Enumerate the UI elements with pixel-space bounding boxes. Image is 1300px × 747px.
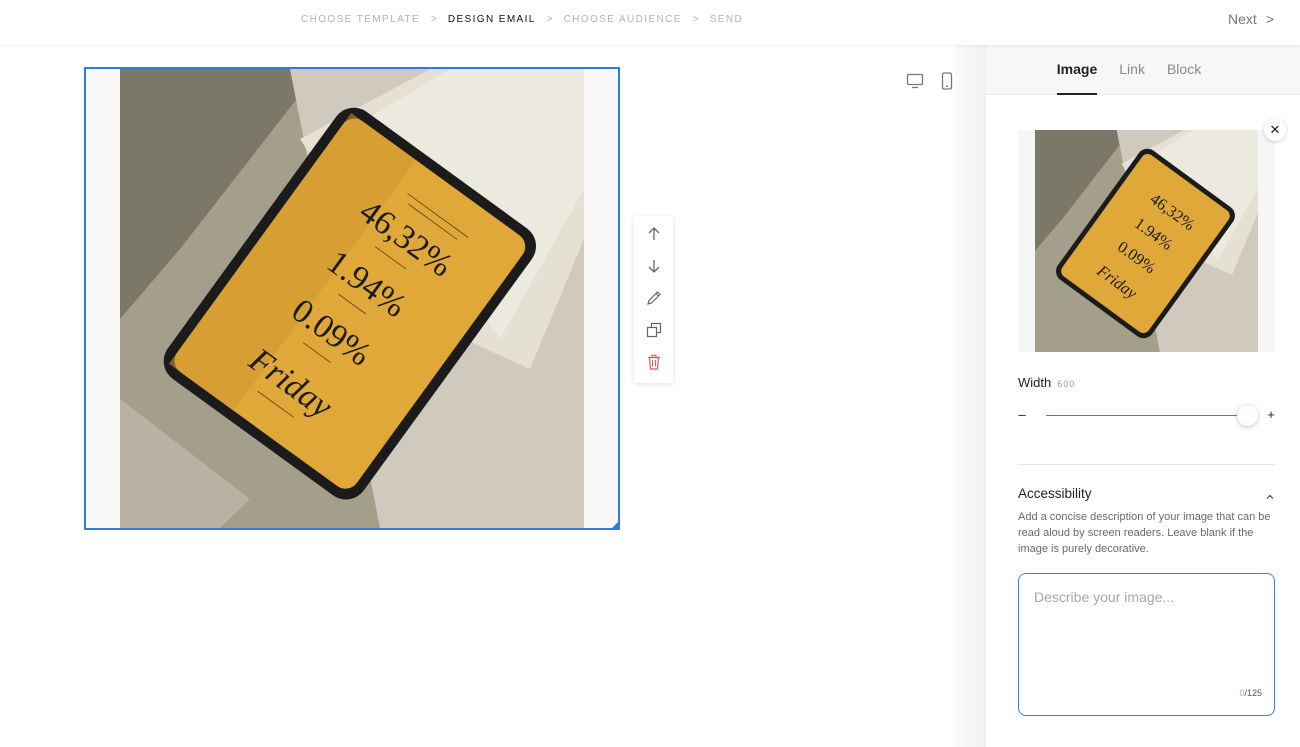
device-toggle bbox=[906, 72, 956, 90]
trash-icon[interactable] bbox=[642, 350, 666, 374]
image-settings-panel: Image Link Block 46,32% 1.94% 0.09% Frid… bbox=[985, 45, 1300, 747]
width-slider-track[interactable] bbox=[1046, 405, 1258, 426]
next-button[interactable]: Next > bbox=[1228, 11, 1274, 27]
step-separator: > bbox=[430, 14, 437, 25]
accessibility-section-header[interactable]: Accessibility bbox=[1018, 486, 1275, 501]
character-count: 0/125 bbox=[1239, 688, 1262, 698]
alt-text-field: 0/125 bbox=[1018, 573, 1275, 716]
chevron-up-icon[interactable] bbox=[1265, 489, 1275, 499]
step-separator: > bbox=[546, 14, 553, 25]
character-count-max: /125 bbox=[1244, 688, 1262, 698]
width-slider-thumb[interactable] bbox=[1236, 405, 1258, 426]
step-design-email[interactable]: DESIGN EMAIL bbox=[448, 14, 536, 25]
alt-text-input[interactable] bbox=[1034, 589, 1259, 689]
block-toolbar bbox=[634, 216, 673, 383]
accessibility-description: Add a concise description of your image … bbox=[1018, 511, 1271, 555]
tab-block[interactable]: Block bbox=[1167, 45, 1201, 95]
increase-width-button[interactable]: + bbox=[1265, 407, 1277, 422]
remove-image-button[interactable]: ✕ bbox=[1264, 119, 1286, 141]
step-send[interactable]: SEND bbox=[710, 14, 743, 25]
step-separator: > bbox=[692, 14, 699, 25]
section-divider bbox=[1018, 464, 1275, 465]
step-choose-audience[interactable]: CHOOSE AUDIENCE bbox=[564, 14, 682, 25]
desktop-icon[interactable] bbox=[906, 72, 924, 90]
top-bar: CHOOSE TEMPLATE > DESIGN EMAIL > CHOOSE … bbox=[0, 0, 1300, 45]
chevron-right-icon: > bbox=[1265, 11, 1274, 27]
width-row: Width 600 bbox=[1018, 375, 1075, 390]
image-preview[interactable]: 46,32% 1.94% 0.09% Friday bbox=[1018, 130, 1275, 352]
email-image: 46,32% 1.94% 0.09% Friday bbox=[120, 69, 584, 528]
mobile-icon[interactable] bbox=[938, 72, 956, 90]
step-breadcrumb: CHOOSE TEMPLATE > DESIGN EMAIL > CHOOSE … bbox=[301, 14, 743, 25]
duplicate-icon[interactable] bbox=[642, 318, 666, 342]
accessibility-title: Accessibility bbox=[1018, 486, 1092, 501]
panel-gutter bbox=[955, 45, 985, 747]
tab-image[interactable]: Image bbox=[1056, 45, 1098, 95]
tab-link[interactable]: Link bbox=[1119, 45, 1145, 95]
width-label: Width bbox=[1018, 375, 1052, 390]
resize-handle[interactable] bbox=[610, 520, 620, 530]
image-block[interactable]: 46,32% 1.94% 0.09% Friday bbox=[84, 67, 620, 530]
decrease-width-button[interactable]: – bbox=[1016, 407, 1028, 422]
arrow-up-icon[interactable] bbox=[642, 222, 666, 246]
pencil-icon[interactable] bbox=[642, 286, 666, 310]
image-thumbnail: 46,32% 1.94% 0.09% Friday bbox=[1035, 130, 1258, 352]
next-label: Next bbox=[1228, 11, 1257, 27]
panel-tabs: Image Link Block bbox=[986, 45, 1300, 95]
arrow-down-icon[interactable] bbox=[642, 254, 666, 278]
step-choose-template[interactable]: CHOOSE TEMPLATE bbox=[301, 14, 420, 25]
width-value: 600 bbox=[1057, 379, 1076, 389]
width-slider: – + bbox=[1018, 405, 1275, 427]
email-canvas: 46,32% 1.94% 0.09% Friday bbox=[0, 45, 955, 747]
